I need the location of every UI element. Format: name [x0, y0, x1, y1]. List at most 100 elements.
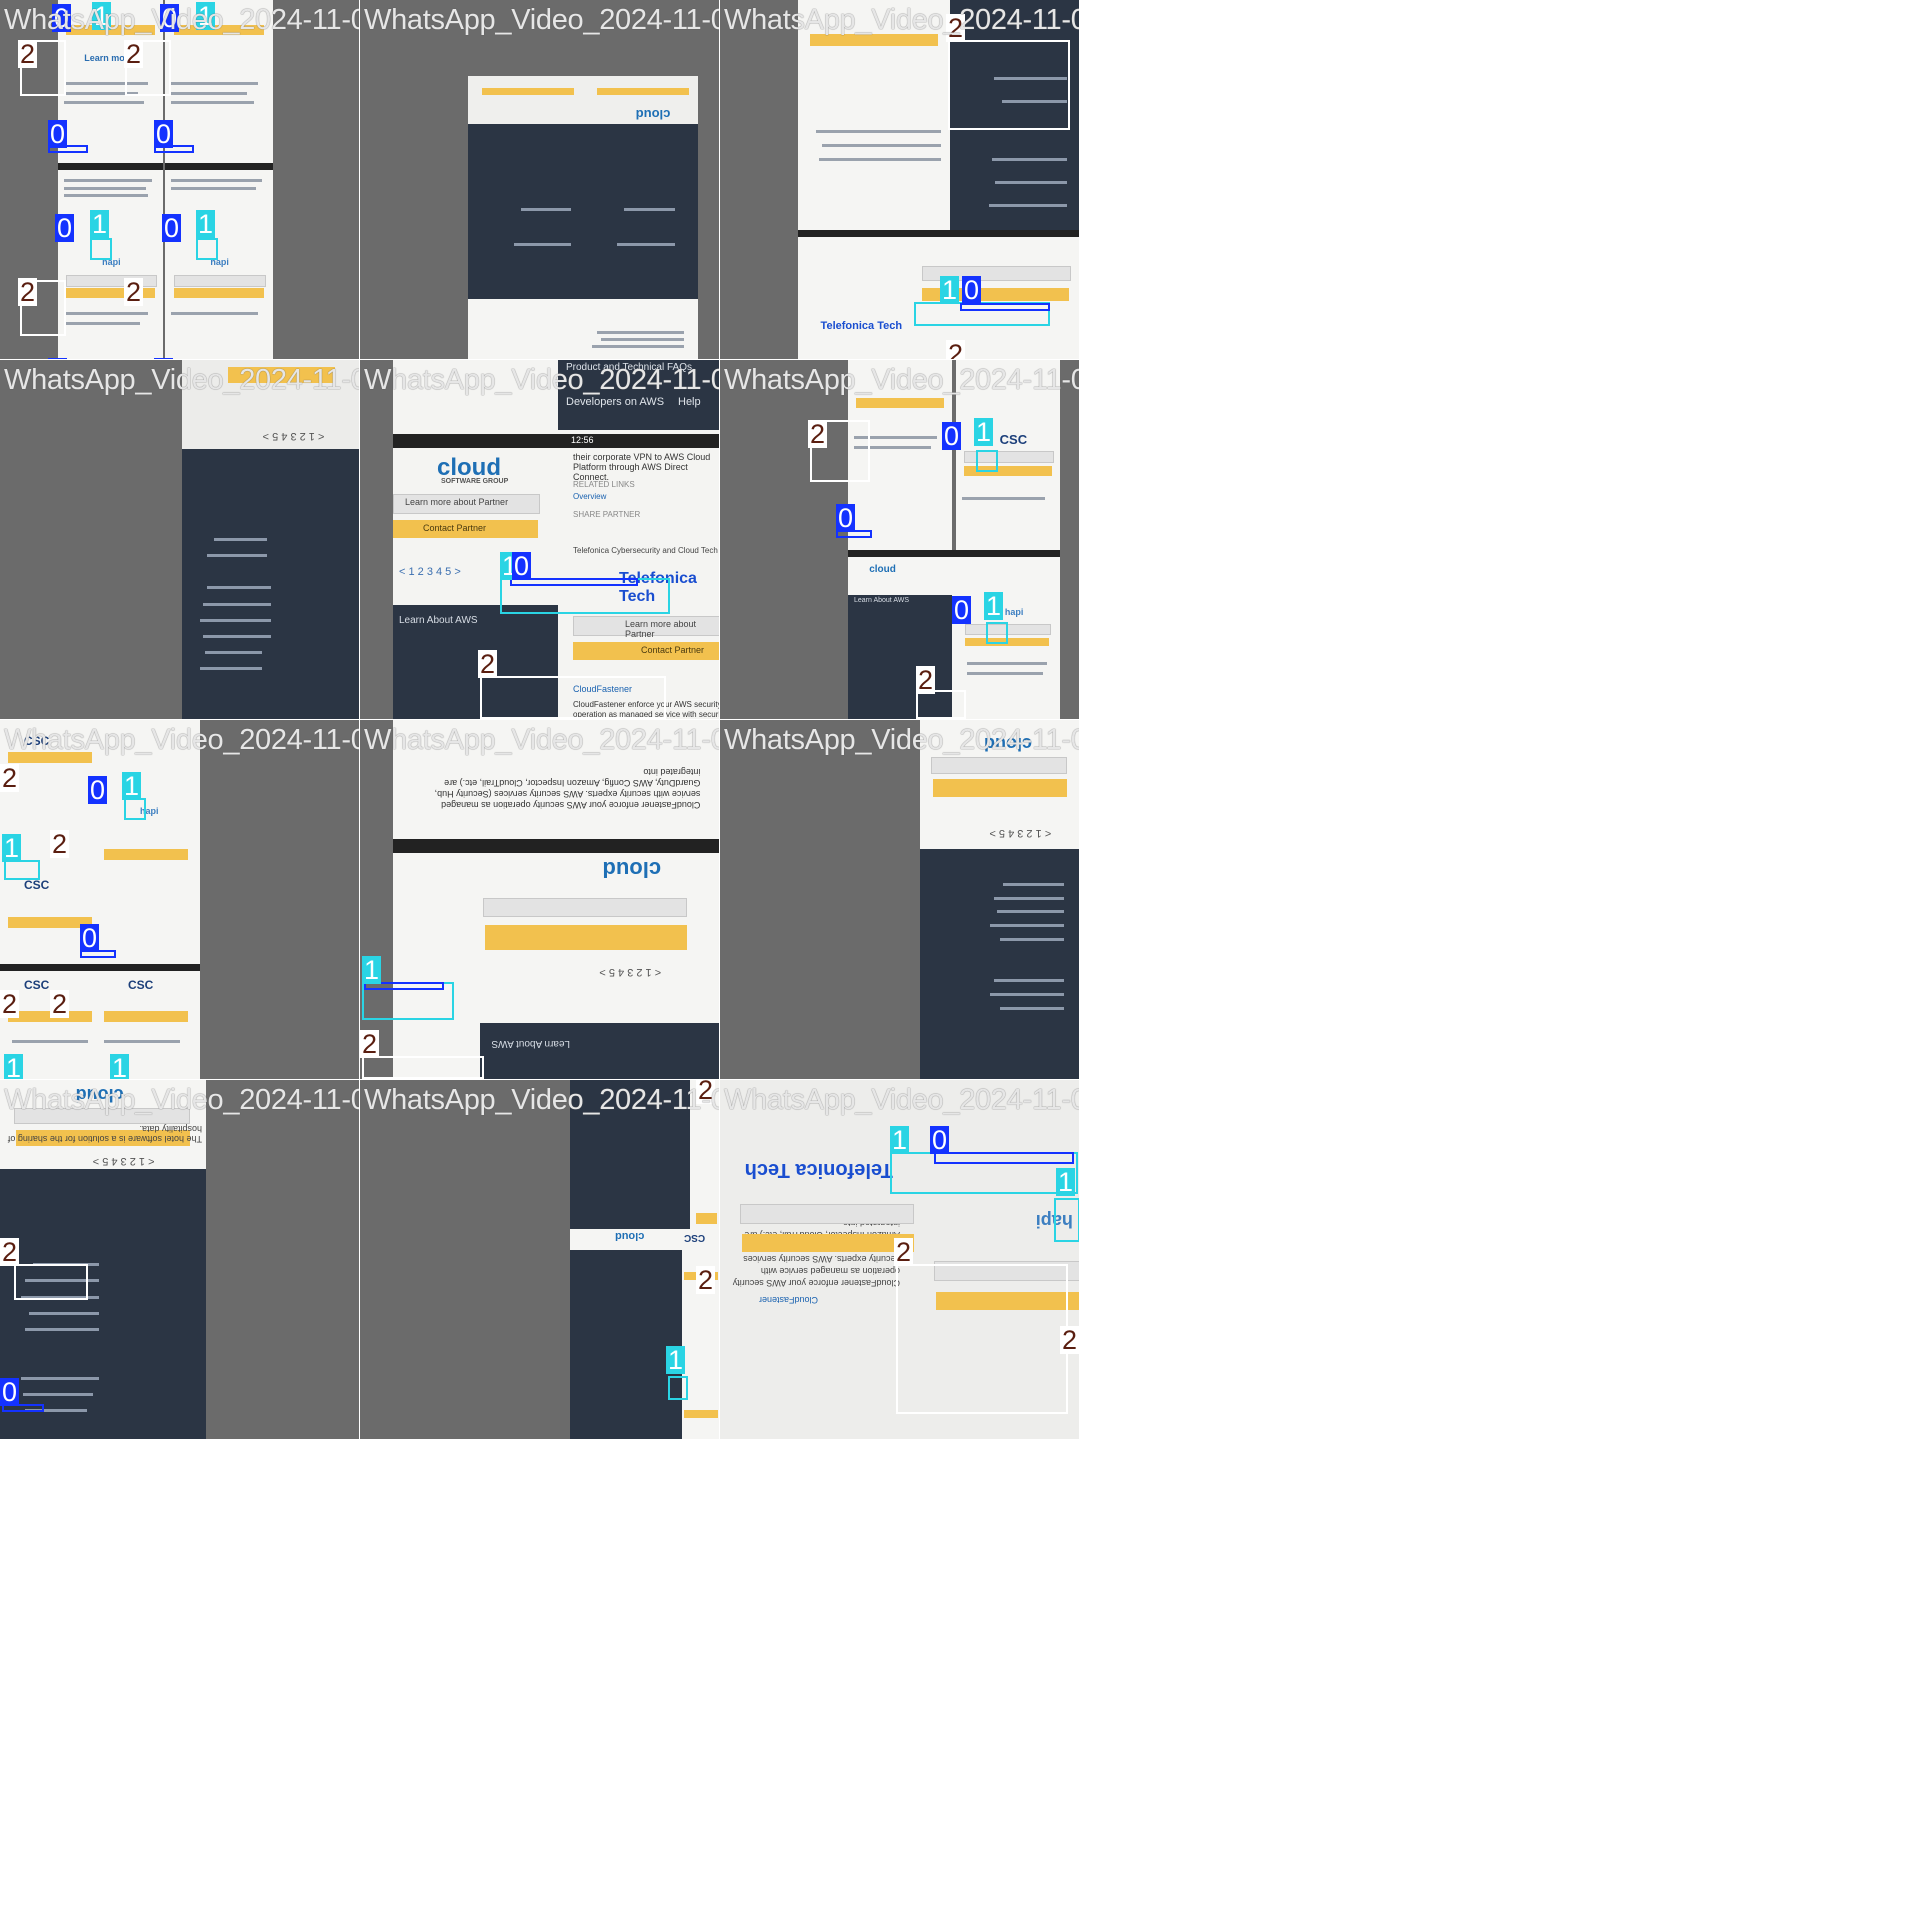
detection-box — [4, 860, 40, 880]
pagination[interactable]: < 1 2 3 4 5 > — [599, 966, 661, 978]
detection-box — [948, 40, 1070, 130]
contact-partner-button[interactable]: Contact Partner — [423, 523, 486, 533]
tile-11[interactable]: cloud CSC WhatsApp_Video_2024-11-07_at_1… — [360, 1080, 719, 1439]
hapi-logo: hapi — [1004, 607, 1024, 618]
status-time: 12:56 — [571, 435, 594, 445]
help-link[interactable]: Help — [678, 396, 701, 408]
tile-10[interactable]: < 1 2 3 4 5 > cloud The hotel software i… — [0, 1080, 359, 1439]
class-label: 1 — [90, 209, 110, 239]
class-label: 1 — [974, 417, 994, 447]
detection-box — [362, 1056, 484, 1079]
tile-4[interactable]: < 1 2 3 4 5 > WhatsApp_Video_2024-11-07_… — [0, 360, 359, 719]
class-label: 2 — [894, 1237, 914, 1267]
cloudfastener-link[interactable]: CloudFastener — [759, 1295, 818, 1305]
class-label: 1 — [1056, 1167, 1076, 1197]
pagination[interactable]: < 1 2 3 4 5 > — [399, 566, 461, 578]
class-label: 0 — [48, 119, 68, 149]
pagination[interactable]: < 1 2 3 4 5 > — [263, 430, 325, 442]
section-learn-aws: Learn About AWS — [854, 597, 909, 604]
detection-box — [896, 1264, 1068, 1414]
tile-filename: WhatsApp_Video_2024-11-07_at_12.56.44_fc — [4, 724, 359, 756]
learn-more-button[interactable]: Learn more about Partner — [405, 497, 508, 507]
class-label: 2 — [0, 763, 20, 793]
class-label: 1 — [122, 771, 142, 801]
class-label: 1 — [984, 591, 1004, 621]
detection-box — [480, 676, 666, 719]
tile-filename: WhatsApp_Video_2024-11-07_at_12.56.44_fc — [4, 1084, 359, 1116]
class-label: 2 — [18, 277, 38, 307]
class-label: 2 — [0, 989, 20, 1019]
class-label: 1 — [362, 955, 382, 985]
detection-box — [986, 622, 1008, 644]
class-label: 1 — [940, 275, 960, 305]
cloudfastener-mirror: CloudFastener enforce your AWS security … — [434, 766, 701, 810]
pagination[interactable]: < 1 2 3 4 5 > — [989, 827, 1051, 839]
class-label: 1 — [666, 1345, 686, 1375]
tile-12[interactable]: CloudFastener enforce your AWS security … — [720, 1080, 1079, 1439]
class-label: 2 — [18, 39, 38, 69]
class-label: 0 — [154, 119, 174, 149]
vpn-text: their corporate VPN to AWS Cloud Platfor… — [573, 452, 711, 482]
class-label: 0 — [154, 358, 174, 359]
class-label: 0 — [512, 551, 532, 581]
tile-5[interactable]: Product and Technical FAQs Developers on… — [360, 360, 719, 719]
cloud-logo: cloud — [635, 107, 671, 123]
tile-filename: WhatsApp_Video_2024-11-07_at_12.56.44_fc — [724, 1084, 1079, 1116]
csc-logo: CSC — [24, 978, 50, 993]
cloud-logo: cloud — [869, 563, 896, 575]
detection-box — [14, 1264, 88, 1300]
class-label: 2 — [124, 39, 144, 69]
section-learn-aws: Learn About AWS — [491, 1038, 570, 1049]
share-partner: SHARE PARTNER — [573, 510, 641, 519]
detection-mosaic: Learn more hapi hapi WhatsApp_Video_2024… — [0, 0, 1440, 1440]
tile-filename: WhatsApp_Video_2024-11-07_at_12.56.44_fc — [364, 364, 719, 396]
contact-partner-button[interactable]: Contact Partner — [641, 645, 704, 655]
tile-1[interactable]: Learn more hapi hapi WhatsApp_Video_2024… — [0, 0, 359, 359]
overview-link[interactable]: Overview — [573, 492, 606, 501]
class-label: 2 — [696, 1265, 716, 1295]
tile-9[interactable]: < 1 2 3 4 5 > cloud WhatsApp_Video_2024-… — [720, 720, 1079, 1079]
class-label: 1 — [110, 1054, 130, 1079]
developers-link[interactable]: Developers on AWS — [566, 396, 664, 408]
class-label: 0 — [962, 275, 982, 305]
tile-filename: WhatsApp_Video_2024-11-07_at_12.56.44_fc — [364, 4, 719, 36]
detection-box — [976, 450, 998, 472]
tile-filename: WhatsApp_Video_2024-11-07_at_12.56.44_fc — [364, 1084, 719, 1116]
csc-logo: CSC — [684, 1232, 706, 1243]
class-label: 0 — [942, 421, 962, 451]
class-label: 0 — [0, 1377, 20, 1407]
tile-8[interactable]: Learn About AWS < 1 2 3 4 5 > cloud Clou… — [360, 720, 719, 1079]
tile-filename: WhatsApp_Video_2024-11-07_at_12.56.44_fc — [724, 364, 1079, 396]
csc-logo: CSC — [128, 978, 154, 993]
learn-more-button[interactable]: Learn more about Partner — [625, 619, 719, 639]
class-label: 0 — [55, 213, 75, 243]
class-label: 2 — [946, 340, 966, 359]
class-label: 2 — [0, 1237, 20, 1267]
tile-filename: WhatsApp_Video_2024-11-07_at_12.56.44_fc — [4, 364, 359, 396]
tile-filename: WhatsApp_Video_2024-11-07_at_12.56.44_fc — [4, 4, 359, 36]
pagination[interactable]: < 1 2 3 4 5 > — [93, 1155, 155, 1167]
class-label: 0 — [836, 503, 856, 533]
class-label: 2 — [478, 649, 498, 679]
detection-box — [90, 238, 112, 260]
tile-6[interactable]: CSC cloud Learn About AWS hapi WhatsApp_… — [720, 360, 1079, 719]
class-label: 2 — [50, 989, 70, 1019]
class-label: 0 — [48, 358, 68, 359]
class-label: 1 — [196, 209, 216, 239]
class-label: 2 — [1060, 1325, 1079, 1355]
csc-logo: CSC — [24, 877, 50, 892]
class-label: 0 — [162, 213, 182, 243]
detection-box — [124, 798, 146, 820]
detection-box — [1054, 1198, 1079, 1242]
cloud-logo-sub: SOFTWARE GROUP — [441, 478, 509, 485]
class-label: 1 — [4, 1054, 24, 1079]
tile-filename: WhatsApp_Video_2024-11-07_at_12.56.44_fc — [724, 4, 1079, 36]
class-label: 2 — [916, 665, 936, 695]
tile-filename: WhatsApp_Video_2024-11-07_at_12.56.44_fc — [364, 724, 719, 756]
tile-7[interactable]: CSC hapi CSC CSC CSC WhatsApp_Video_2024… — [0, 720, 359, 1079]
detection-box — [934, 1152, 1074, 1164]
class-label: 0 — [930, 1125, 950, 1155]
tile-filename: WhatsApp_Video_2024-11-07_at_12.56.44_fc — [724, 724, 1079, 756]
tile-2[interactable]: cloud WhatsApp_Video_2024-11-07_at_12.56… — [360, 0, 719, 359]
tile-3[interactable]: Telefonica Tech WhatsApp_Video_2024-11-0… — [720, 0, 1079, 359]
